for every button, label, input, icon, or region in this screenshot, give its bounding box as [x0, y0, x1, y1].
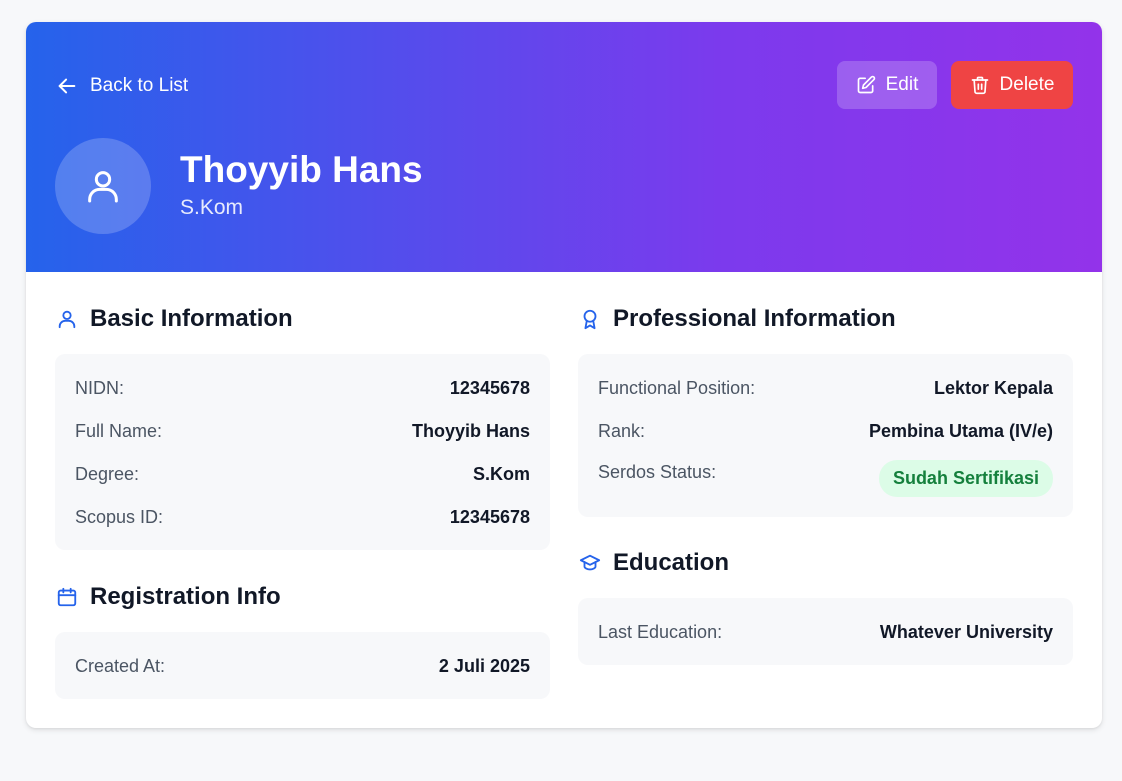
- registration-info-title: Registration Info: [90, 583, 281, 610]
- info-row-degree: Degree: S.Kom: [75, 462, 530, 486]
- lecturer-degree: S.Kom: [180, 196, 244, 219]
- registration-info-heading: Registration Info: [56, 582, 281, 612]
- row-value: 2 Juli 2025: [438, 655, 530, 676]
- row-label: Scopus ID:: [75, 506, 164, 527]
- row-label: Serdos Status:: [598, 462, 717, 482]
- arrow-left-icon: [56, 75, 78, 97]
- education-heading: Education: [579, 548, 729, 578]
- row-label: NIDN:: [75, 377, 124, 398]
- profile-header: Back to List Edit Delete Thoyyib Hans S.…: [26, 22, 1102, 272]
- info-row-functional-position: Functional Position: Lektor Kepala: [598, 376, 1053, 400]
- row-label: Rank:: [598, 420, 646, 441]
- calendar-icon: [56, 586, 78, 608]
- user-icon: [56, 308, 78, 330]
- avatar: [55, 138, 151, 234]
- back-link-label: Back to List: [90, 75, 189, 96]
- info-row-full-name: Full Name: Thoyyib Hans: [75, 419, 530, 443]
- basic-information-title: Basic Information: [90, 305, 293, 332]
- row-value: Pembina Utama (IV/e): [868, 420, 1053, 441]
- lecturer-detail-card: Back to List Edit Delete Thoyyib Hans S.…: [26, 22, 1102, 728]
- professional-information-heading: Professional Information: [579, 304, 896, 334]
- professional-information-title: Professional Information: [613, 305, 896, 332]
- info-row-rank: Rank: Pembina Utama (IV/e): [598, 419, 1053, 443]
- edit-button[interactable]: Edit: [837, 61, 937, 109]
- award-icon: [579, 308, 601, 330]
- info-row-nidn: NIDN: 12345678: [75, 376, 530, 400]
- info-row-created-at: Created At: 2 Juli 2025: [75, 654, 530, 678]
- status-badge: Sudah Sertifikasi: [878, 460, 1053, 497]
- delete-button-label: Delete: [999, 74, 1055, 95]
- row-value: Thoyyib Hans: [411, 420, 530, 441]
- user-icon: [83, 166, 123, 206]
- professional-information-panel: Functional Position: Lektor Kepala Rank:…: [578, 354, 1073, 517]
- trash-icon: [970, 75, 990, 95]
- row-value: S.Kom: [472, 463, 530, 484]
- row-label: Created At:: [75, 655, 166, 676]
- info-row-serdos-status: Serdos Status: Sudah Sertifikasi: [598, 460, 1053, 500]
- row-label: Last Education:: [598, 621, 723, 642]
- basic-information-heading: Basic Information: [56, 304, 293, 334]
- info-row-scopus-id: Scopus ID: 12345678: [75, 505, 530, 529]
- row-label: Functional Position:: [598, 377, 756, 398]
- info-row-last-education: Last Education: Whatever University: [598, 620, 1053, 644]
- education-panel: Last Education: Whatever University: [578, 598, 1073, 665]
- row-value: 12345678: [449, 377, 530, 398]
- edit-icon: [856, 75, 876, 95]
- row-label: Degree:: [75, 463, 140, 484]
- back-to-list-link[interactable]: Back to List: [56, 74, 188, 98]
- row-label: Full Name:: [75, 420, 163, 441]
- graduation-cap-icon: [579, 552, 601, 574]
- row-value: 12345678: [449, 506, 530, 527]
- row-value: Lektor Kepala: [933, 377, 1053, 398]
- lecturer-name: Thoyyib Hans: [180, 149, 423, 190]
- education-title: Education: [613, 549, 730, 576]
- basic-information-panel: NIDN: 12345678 Full Name: Thoyyib Hans D…: [55, 354, 550, 550]
- edit-button-label: Edit: [885, 74, 919, 95]
- row-value: Whatever University: [879, 621, 1053, 642]
- registration-info-panel: Created At: 2 Juli 2025: [55, 632, 550, 699]
- delete-button[interactable]: Delete: [951, 61, 1073, 109]
